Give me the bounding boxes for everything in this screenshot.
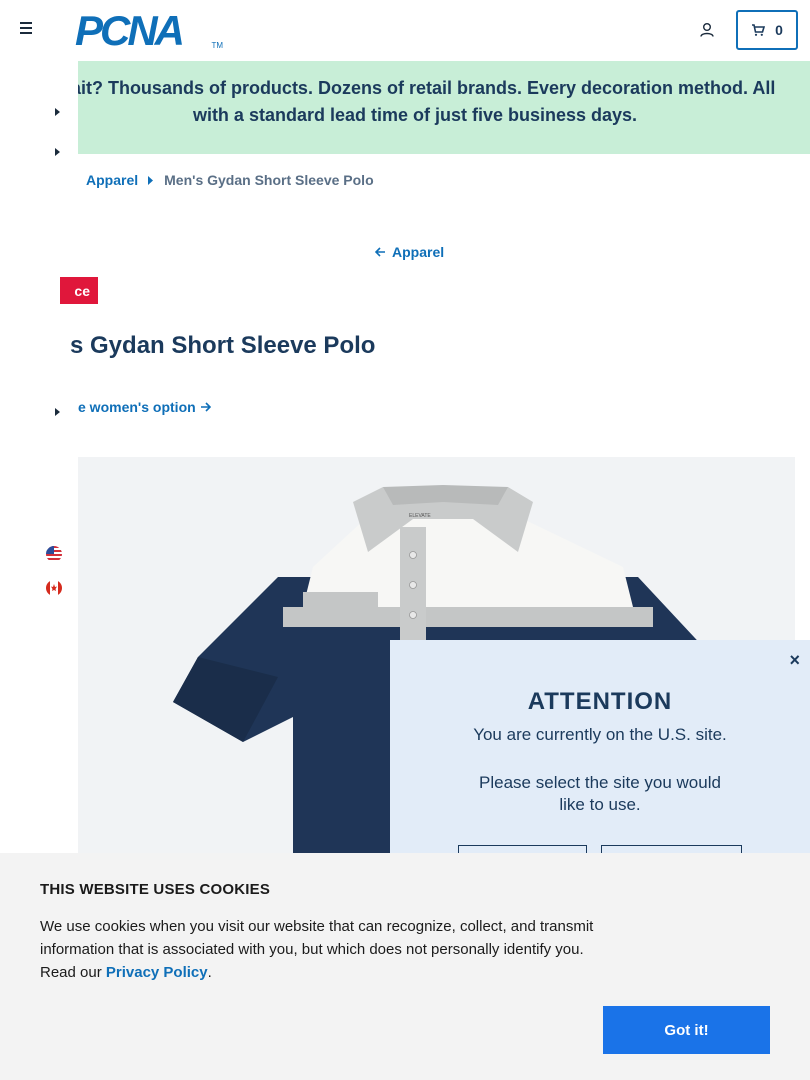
back-to-apparel-link[interactable]: Apparel	[375, 244, 444, 260]
product-badge: ce	[60, 277, 98, 304]
accept-cookies-button[interactable]: Got it!	[603, 1006, 770, 1054]
cookie-body: We use cookies when you visit our websit…	[40, 915, 610, 984]
modal-current-site-text: You are currently on the U.S. site.	[473, 725, 727, 744]
cart-count: 0	[775, 22, 783, 38]
site-select-modal: × ATTENTION You are currently on the U.S…	[390, 640, 810, 885]
promo-line-2: with a standard lead time of just five b…	[192, 105, 638, 125]
modal-select-site-text: Please select the site you would like to…	[479, 773, 721, 814]
chevron-right-icon[interactable]	[54, 407, 62, 417]
promo-banner: Wait? Thousands of products. Dozens of r…	[40, 61, 810, 154]
product-title: s Gydan Short Sleeve Polo	[70, 332, 376, 359]
logo-text: PCNA	[75, 7, 185, 54]
womens-option-link[interactable]: e women's option	[78, 399, 211, 415]
breadcrumb-current: Men's Gydan Short Sleeve Polo	[164, 172, 374, 188]
womens-option-label: e women's option	[78, 399, 196, 415]
arrow-right-icon	[200, 402, 211, 412]
arrow-left-icon	[375, 247, 385, 257]
breadcrumb: Apparel Men's Gydan Short Sleeve Polo	[86, 172, 374, 188]
chevron-right-icon[interactable]	[54, 107, 62, 117]
chevron-right-icon[interactable]	[54, 147, 62, 157]
site-header: PCNA TM 0	[0, 0, 810, 61]
shirt-brand-label: ELEVATE	[409, 513, 431, 519]
breadcrumb-apparel[interactable]: Apparel	[86, 172, 138, 188]
cookie-period: .	[207, 964, 212, 981]
cart-icon	[752, 24, 766, 36]
us-flag-icon[interactable]	[46, 546, 62, 562]
promo-line-1: Wait? Thousands of products. Dozens of r…	[54, 78, 776, 98]
modal-title: ATTENTION	[527, 688, 673, 715]
cookie-banner: THIS WEBSITE USES COOKIES We use cookies…	[0, 853, 810, 1080]
menu-icon[interactable]	[20, 22, 36, 36]
close-icon[interactable]: ×	[789, 650, 800, 671]
account-icon[interactable]	[699, 22, 715, 38]
left-side-menu	[0, 61, 78, 853]
logo-tm: TM	[211, 41, 223, 50]
back-link-label: Apparel	[392, 244, 445, 260]
pcna-logo[interactable]: PCNA TM	[75, 10, 225, 52]
cookie-title: THIS WEBSITE USES COOKIES	[40, 881, 271, 898]
chevron-right-icon	[148, 175, 154, 185]
privacy-policy-link[interactable]: Privacy Policy	[106, 964, 208, 981]
cart-button[interactable]: 0	[736, 10, 798, 50]
ca-flag-icon[interactable]	[46, 580, 62, 596]
